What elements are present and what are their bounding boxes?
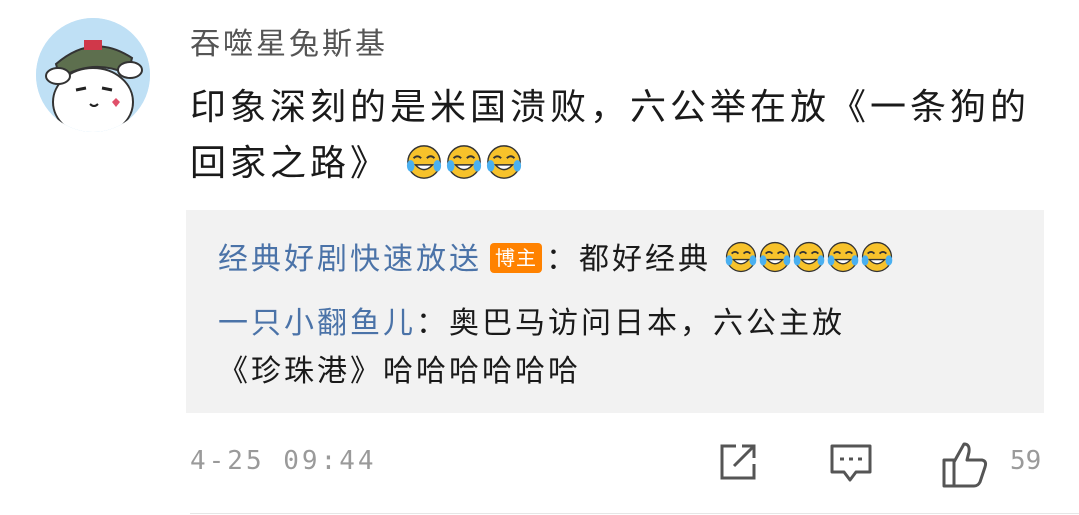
laughing-tears-emoji	[759, 241, 790, 273]
blogger-badge: 博主	[490, 243, 542, 273]
thumbs-up-icon	[942, 442, 988, 488]
divider	[190, 513, 1079, 514]
reply-item[interactable]: 经典好剧快速放送 博主 ：都好经典	[218, 236, 894, 284]
comment-icon	[830, 444, 872, 482]
post-timestamp: 4-25 09:44	[190, 446, 377, 476]
laughing-tears-emoji	[487, 145, 522, 179]
comment-button[interactable]	[828, 440, 874, 486]
laughing-tears-emoji	[793, 241, 824, 273]
reply-text: ：奥巴马访问日本，六公主放	[416, 306, 845, 341]
reply-text-line2: 《珍珠港》哈哈哈哈哈哈	[218, 354, 581, 389]
post-body: 印象深刻的是米国溃败，六公举在放《一条狗的回家之路》	[190, 80, 1050, 192]
like-count: 59	[1010, 446, 1042, 476]
avatar[interactable]	[36, 18, 150, 132]
laughing-tears-emoji	[407, 145, 442, 179]
laughing-tears-emoji	[827, 241, 858, 273]
post-username[interactable]: 吞噬星兔斯基	[190, 24, 388, 66]
share-button[interactable]	[716, 440, 760, 484]
reply-emoji-row	[724, 241, 894, 277]
reply-item[interactable]: 一只小翻鱼儿：奥巴马访问日本，六公主放 《珍珠港》哈哈哈哈哈哈	[218, 300, 1018, 396]
avatar-image	[36, 18, 150, 132]
post-text: 印象深刻的是米国溃败，六公举在放《一条狗的回家之路》	[190, 87, 1031, 184]
laughing-tears-emoji	[725, 241, 756, 273]
replies-panel[interactable]: 经典好剧快速放送 博主 ：都好经典 一只小翻鱼儿：奥巴马访问日本，六公主放 《珍珠港…	[186, 210, 1044, 413]
reply-username[interactable]: 经典好剧快速放送	[218, 242, 482, 277]
laughing-tears-emoji	[861, 241, 892, 273]
laughing-tears-emoji	[447, 145, 482, 179]
like-button[interactable]	[940, 440, 990, 490]
reply-text: ：都好经典	[546, 242, 711, 277]
share-icon	[720, 444, 756, 480]
reply-username[interactable]: 一只小翻鱼儿	[218, 306, 416, 341]
emoji-row	[405, 143, 525, 184]
